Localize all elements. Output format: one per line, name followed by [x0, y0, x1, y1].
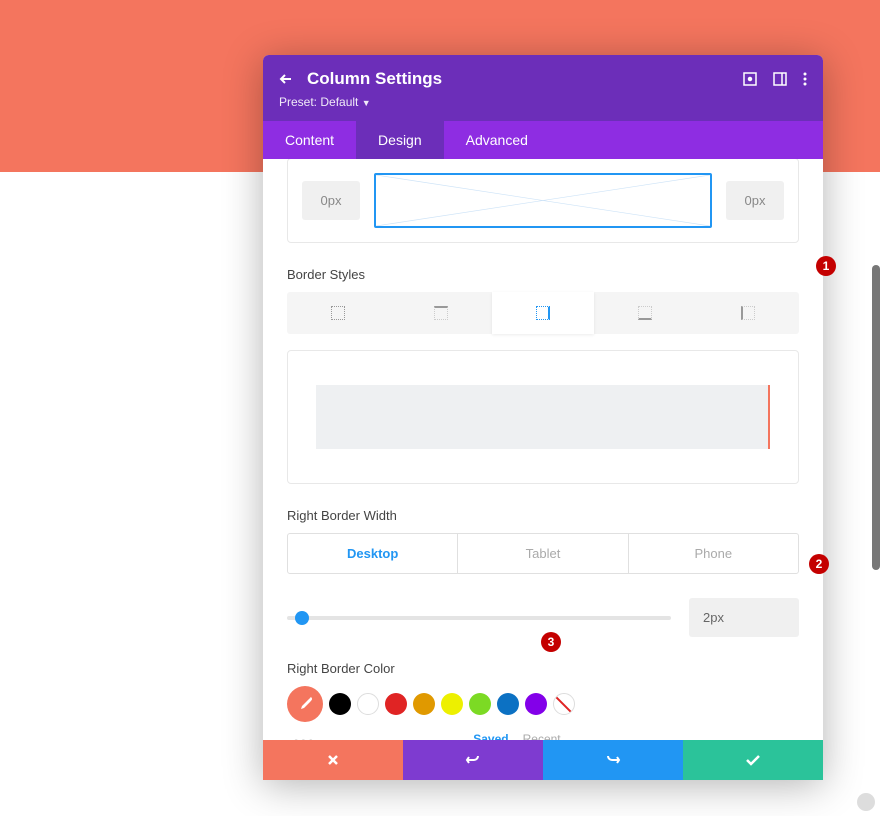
swatch-purple[interactable] — [525, 693, 547, 715]
width-slider-thumb[interactable] — [295, 611, 309, 625]
recent-colors-tab[interactable]: Recent — [523, 732, 561, 740]
saved-colors-tab[interactable]: Saved — [473, 732, 508, 740]
device-tabs: Desktop Tablet Phone — [287, 533, 799, 574]
tab-advanced[interactable]: Advanced — [444, 121, 550, 159]
more-colors-icon[interactable]: ••• — [287, 732, 315, 740]
redo-button[interactable] — [543, 740, 683, 780]
modal-header: Column Settings Preset: Default ▼ — [263, 55, 823, 121]
help-badge-icon[interactable] — [857, 793, 875, 811]
undo-button[interactable] — [403, 740, 543, 780]
back-icon[interactable] — [279, 72, 295, 86]
swatch-green[interactable] — [469, 693, 491, 715]
modal-title: Column Settings — [307, 69, 731, 89]
spacing-left-input[interactable] — [302, 181, 360, 220]
swatch-red[interactable] — [385, 693, 407, 715]
save-button[interactable] — [683, 740, 823, 780]
expand-icon[interactable] — [743, 72, 757, 86]
swatch-none[interactable] — [553, 693, 575, 715]
border-all-button[interactable] — [287, 292, 389, 334]
right-border-color-label: Right Border Color — [287, 661, 799, 676]
cancel-button[interactable] — [263, 740, 403, 780]
border-left-button[interactable] — [697, 292, 799, 334]
color-picker-button[interactable] — [287, 686, 323, 722]
border-bottom-button[interactable] — [594, 292, 696, 334]
swatch-orange[interactable] — [413, 693, 435, 715]
border-preview — [287, 350, 799, 484]
scrollbar-thumb[interactable] — [872, 265, 880, 570]
tab-design[interactable]: Design — [356, 121, 444, 159]
color-swatch-row — [287, 686, 799, 722]
modal-footer — [263, 740, 823, 780]
tab-bar: Content Design Advanced — [263, 121, 823, 159]
device-tab-tablet[interactable]: Tablet — [458, 534, 628, 573]
swatch-blue[interactable] — [497, 693, 519, 715]
swatch-yellow[interactable] — [441, 693, 463, 715]
right-border-width-label: Right Border Width — [287, 508, 799, 523]
annotation-badge-1: 1 — [816, 256, 836, 276]
modal-content[interactable]: Border Styles Right Border Width Desktop… — [263, 159, 823, 740]
border-styles-label: Border Styles — [287, 267, 799, 282]
spacing-right-input[interactable] — [726, 181, 784, 220]
preset-selector[interactable]: Preset: Default ▼ — [279, 95, 807, 109]
swatch-white[interactable] — [357, 693, 379, 715]
width-slider-row — [287, 598, 799, 637]
width-value-input[interactable] — [689, 598, 799, 637]
device-tab-desktop[interactable]: Desktop — [288, 534, 458, 573]
border-styles-selector — [287, 292, 799, 334]
border-top-button[interactable] — [389, 292, 491, 334]
border-right-button[interactable] — [492, 292, 594, 334]
column-settings-modal: Column Settings Preset: Default ▼ Conten… — [263, 55, 823, 780]
saved-recent-tabs: Saved Recent — [473, 732, 560, 740]
annotation-badge-3: 3 — [541, 632, 561, 652]
annotation-badge-2: 2 — [809, 554, 829, 574]
spacing-center-box[interactable] — [374, 173, 712, 228]
border-preview-inner — [316, 385, 770, 449]
tab-content[interactable]: Content — [263, 121, 356, 159]
device-tab-phone[interactable]: Phone — [629, 534, 798, 573]
spacing-control — [287, 159, 799, 243]
swatch-black[interactable] — [329, 693, 351, 715]
width-slider[interactable] — [287, 616, 671, 620]
more-icon[interactable] — [803, 72, 807, 86]
layout-icon[interactable] — [773, 72, 787, 86]
